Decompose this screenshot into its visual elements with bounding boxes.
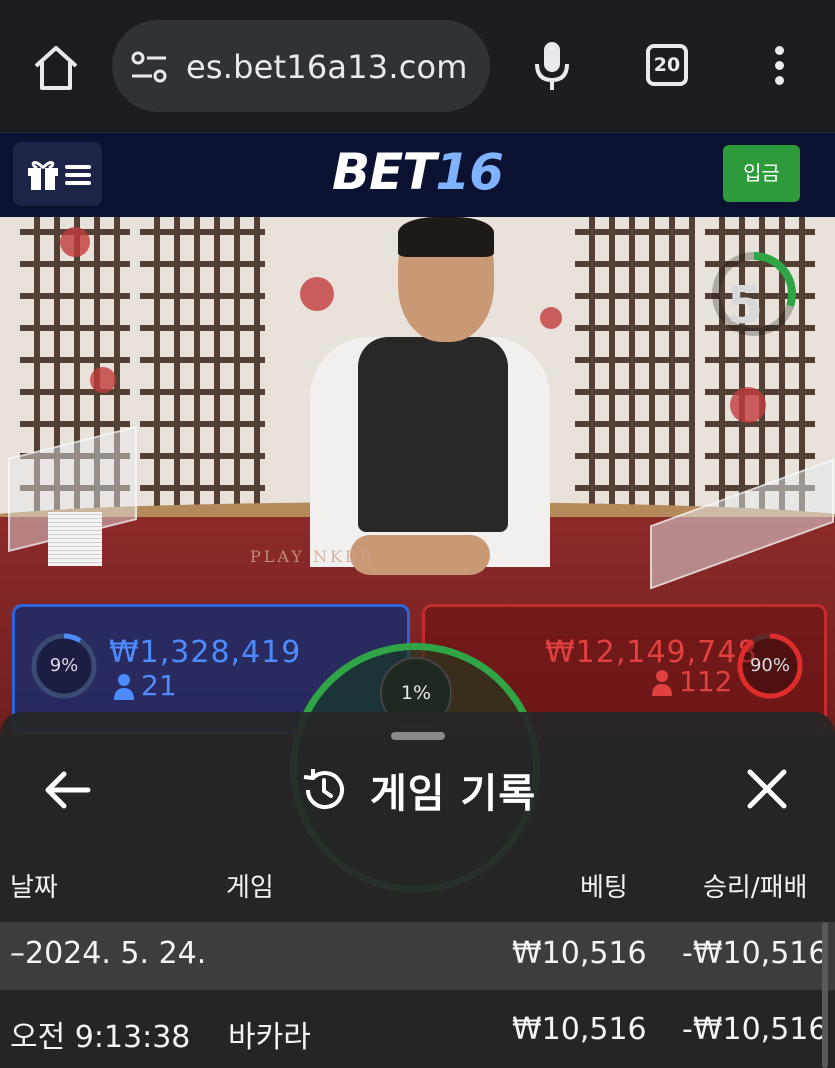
column-date: 날짜 xyxy=(10,873,58,903)
close-icon[interactable] xyxy=(746,768,788,810)
more-vert-icon[interactable] xyxy=(770,46,788,86)
browser-toolbar: es.bet16a13.com 20 xyxy=(0,0,835,133)
player-percent: 9% xyxy=(49,655,79,676)
group-result: -₩10,516 xyxy=(682,936,828,971)
site-header: BET16 입금 xyxy=(0,133,835,217)
player-amount: ₩1,328,419 xyxy=(109,635,302,670)
row-bet: ₩10,516 xyxy=(512,1012,647,1047)
deposit-button[interactable]: 입금 xyxy=(723,145,800,202)
player-count: 21 xyxy=(141,669,177,702)
home-icon[interactable] xyxy=(30,42,82,94)
drag-handle[interactable] xyxy=(391,732,445,740)
mic-icon[interactable] xyxy=(532,40,572,92)
site-logo[interactable]: BET16 xyxy=(0,143,835,201)
column-result: 승리/패배 xyxy=(703,873,808,903)
game-history-sheet: 게임 기록 날짜 게임 베팅 승리/패배 –2024. 5. 24. ₩10,5… xyxy=(0,712,835,1068)
url-text: es.bet16a13.com xyxy=(186,48,468,86)
row-result: -₩10,516 xyxy=(682,1012,828,1047)
banker-count: 112 xyxy=(679,665,733,698)
user-icon xyxy=(652,670,672,696)
column-bet: 베팅 xyxy=(580,873,628,903)
tab-switcher-button[interactable]: 20 xyxy=(646,44,688,86)
banker-percent: 90% xyxy=(749,655,790,676)
address-bar[interactable]: es.bet16a13.com xyxy=(112,20,490,112)
row-time: 오전 9:13:38 xyxy=(10,1020,191,1055)
history-icon xyxy=(303,769,344,810)
date-group-row[interactable]: –2024. 5. 24. ₩10,516 -₩10,516 xyxy=(0,922,835,990)
group-bet: ₩10,516 xyxy=(512,936,647,971)
table-print: PLAY NKER xyxy=(250,547,375,566)
sheet-title: 게임 기록 xyxy=(300,762,536,818)
countdown-number: 5 xyxy=(726,276,764,336)
scrollbar[interactable] xyxy=(822,922,828,1068)
user-icon xyxy=(114,674,134,700)
column-game: 게임 xyxy=(226,873,274,903)
site-settings-icon[interactable] xyxy=(130,50,168,84)
group-date: –2024. 5. 24. xyxy=(10,936,207,971)
card-stack xyxy=(48,512,102,566)
row-game: 바카라 xyxy=(228,1020,311,1055)
back-arrow-icon[interactable] xyxy=(44,770,92,810)
